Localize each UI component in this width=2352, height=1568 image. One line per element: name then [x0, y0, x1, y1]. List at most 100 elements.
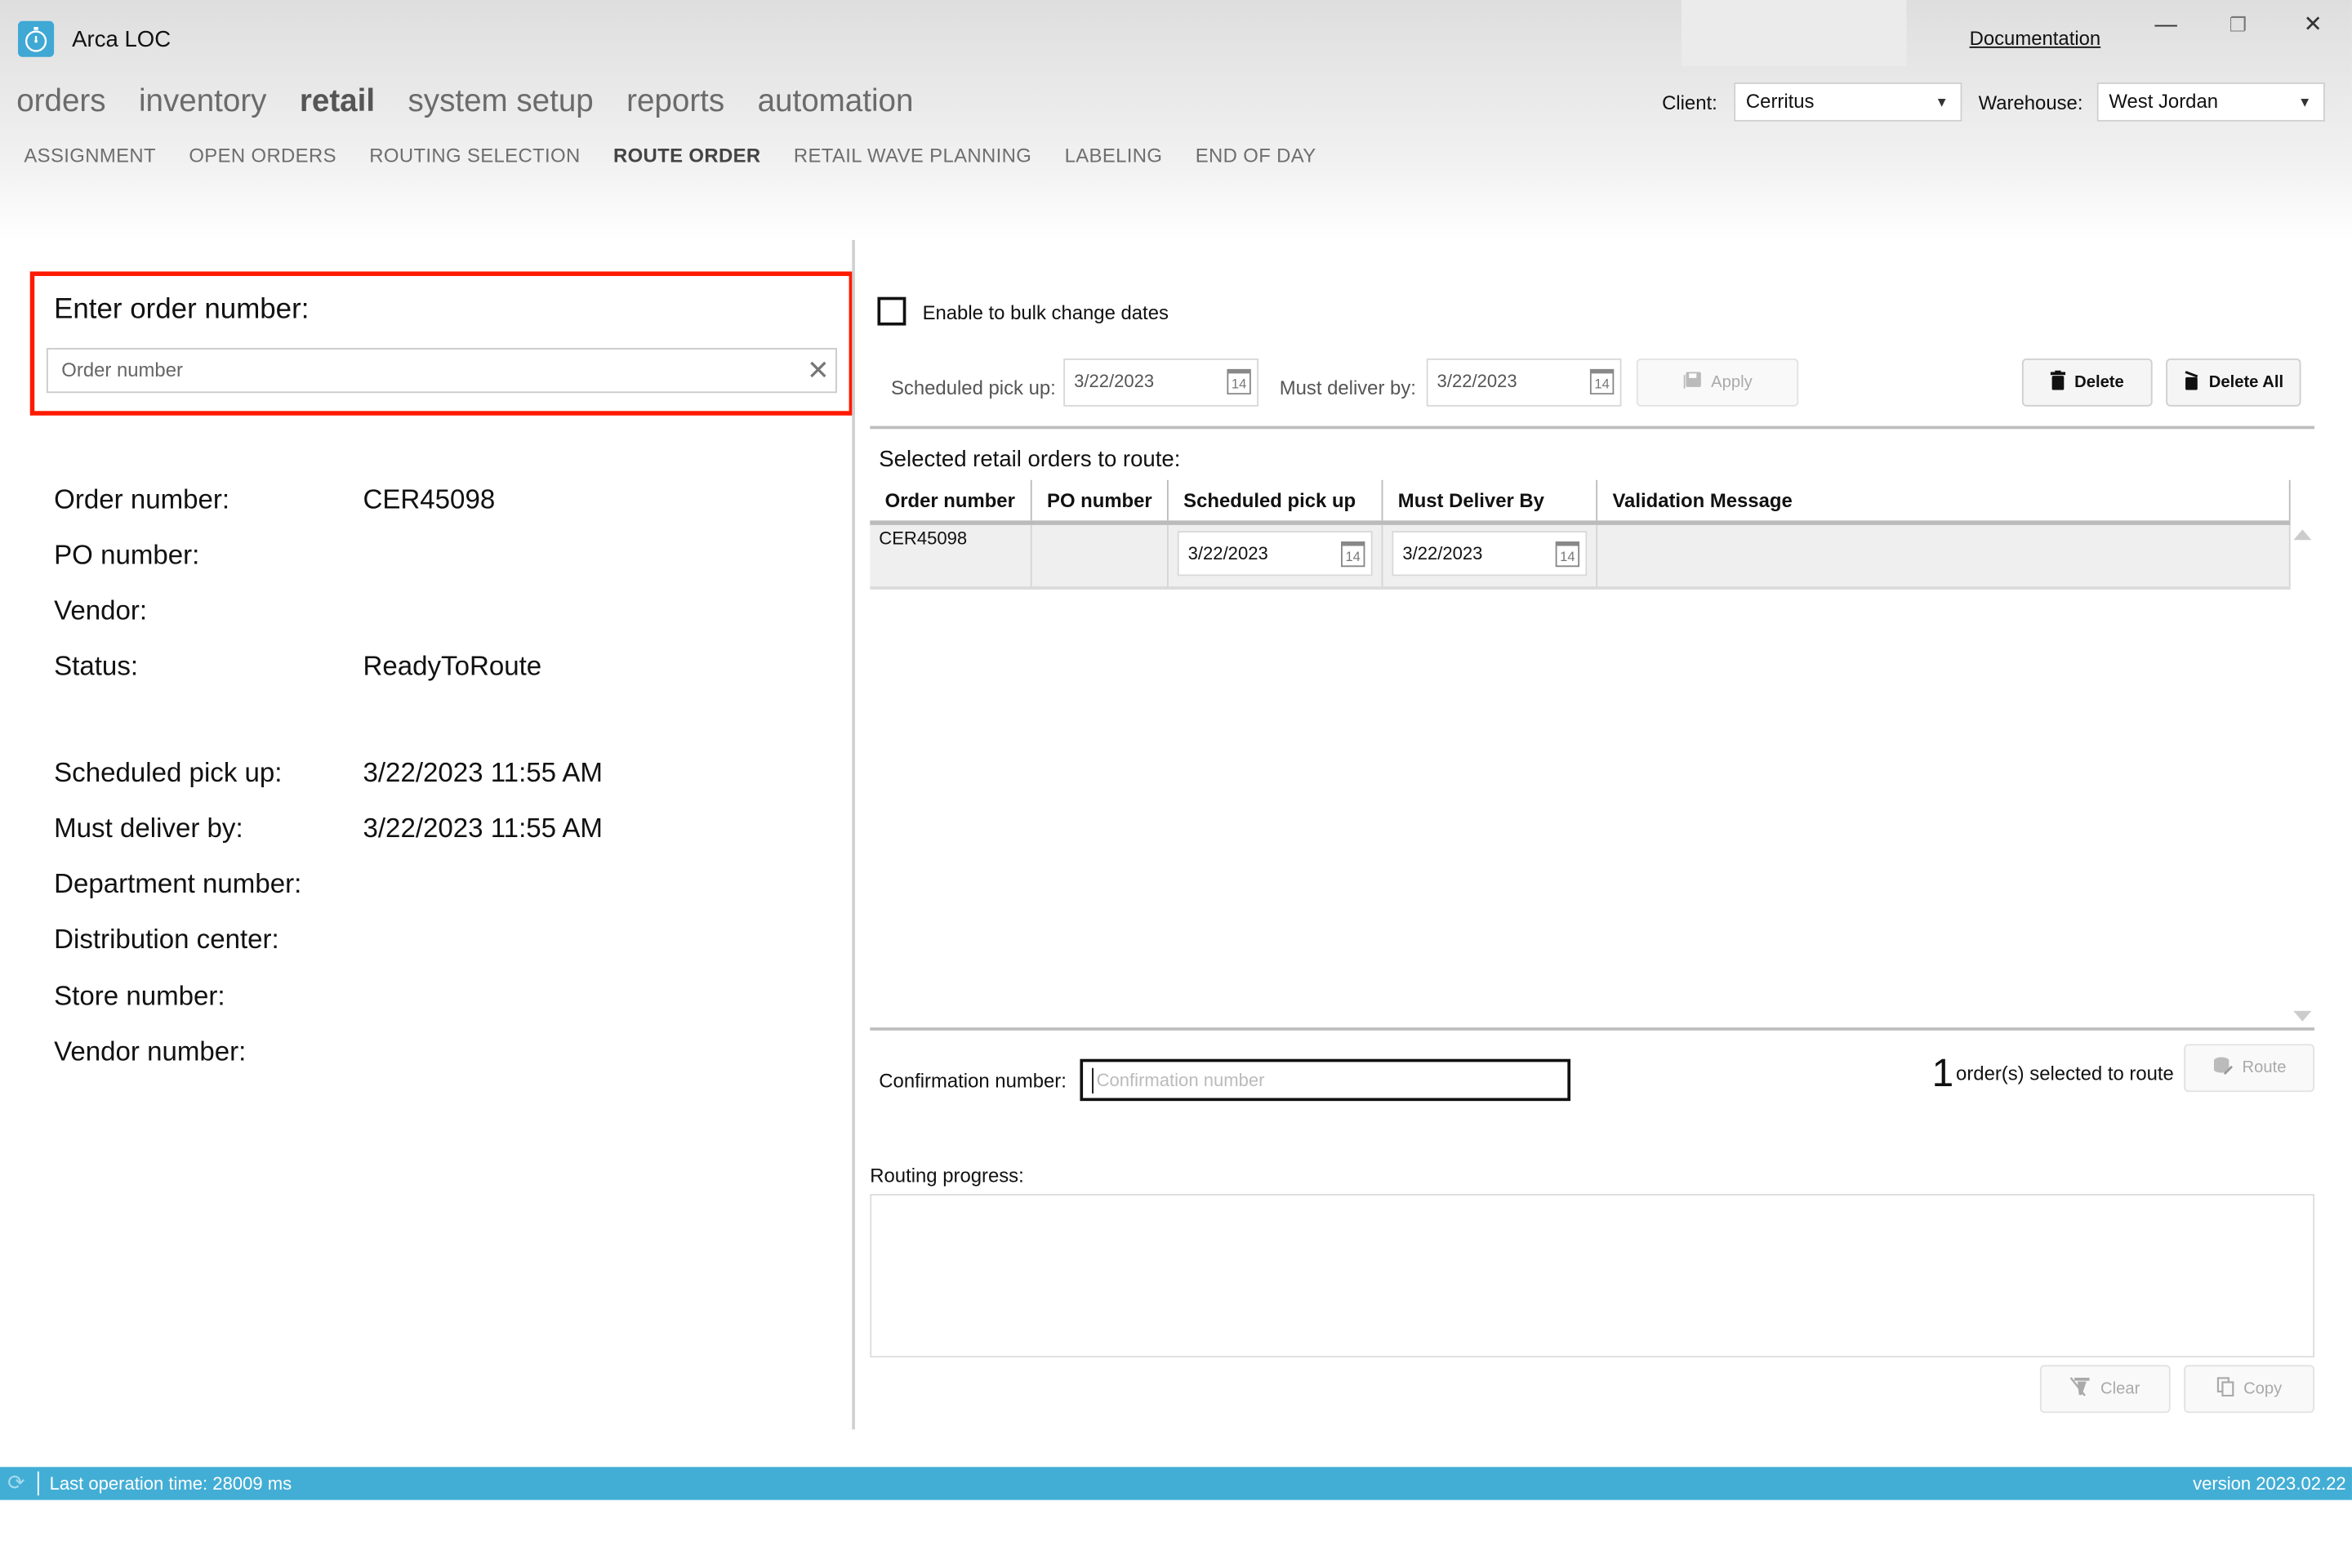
delete-all-label: Delete All [2208, 373, 2284, 392]
calendar-icon[interactable]: 14 [1341, 541, 1365, 568]
bulk-deliver-value: 3/22/2023 [1437, 370, 1517, 392]
info-value-status: ReadyToRoute [363, 651, 542, 681]
bulk-pickup-label: Scheduled pick up: [890, 376, 1056, 399]
tab-end-of-day[interactable]: END OF DAY [1196, 144, 1316, 167]
main-nav-inventory[interactable]: inventory [139, 84, 267, 120]
clear-icon[interactable]: ✕ [807, 350, 830, 391]
route-label: Route [2242, 1058, 2287, 1077]
tab-route-order[interactable]: ROUTE ORDER [613, 144, 760, 167]
main-nav: orders inventory retail system setup rep… [16, 84, 913, 120]
trash-icon [2050, 370, 2066, 394]
clear-filter-icon [2070, 1377, 2091, 1401]
delete-all-button[interactable]: Delete All [2166, 358, 2301, 407]
row-deliver-value: 3/22/2023 [1402, 542, 1483, 564]
order-number-input[interactable]: Order number ✕ [46, 348, 837, 394]
delete-button[interactable]: Delete [2021, 358, 2153, 407]
row-deliver-date[interactable]: 3/22/2023 14 [1392, 531, 1588, 577]
bulk-deliver-date[interactable]: 3/22/2023 14 [1426, 358, 1622, 407]
order-number-placeholder: Order number [61, 358, 183, 381]
column-order-number[interactable]: Order number [870, 479, 1032, 521]
info-label-distribution-center: Distribution center: [54, 924, 279, 955]
scroll-down-arrow[interactable] [2293, 1010, 2312, 1022]
close-button[interactable]: ✕ [2291, 9, 2336, 42]
client-value: Cerritus [1745, 90, 1815, 113]
panel-splitter[interactable] [852, 239, 855, 1430]
column-scheduled-pick-up[interactable]: Scheduled pick up [1169, 479, 1383, 521]
info-label-po-number: PO number: [54, 540, 200, 570]
tab-routing-selection[interactable]: ROUTING SELECTION [369, 144, 580, 167]
documentation-link[interactable]: Documentation [1970, 27, 2101, 50]
chevron-down-icon: ▼ [1935, 94, 1949, 110]
save-icon [1682, 371, 1702, 394]
main-nav-retail[interactable]: retail [300, 84, 375, 120]
tab-retail-wave-planning[interactable]: RETAIL WAVE PLANNING [794, 144, 1031, 167]
column-must-deliver-by[interactable]: Must Deliver By [1383, 479, 1598, 521]
routing-progress-label: Routing progress: [870, 1164, 1024, 1187]
warehouse-select[interactable]: West Jordan ▼ [2096, 82, 2325, 122]
bulk-change-label: Enable to bulk change dates [922, 301, 1169, 324]
restore-button[interactable]: ❐ [2216, 9, 2261, 42]
bulk-pickup-date[interactable]: 3/22/2023 14 [1063, 358, 1258, 407]
info-label-order-number: Order number: [54, 484, 230, 514]
blank-panel [1681, 0, 1907, 66]
chevron-down-icon: ▼ [2297, 94, 2312, 110]
row-pickup-value: 3/22/2023 [1187, 542, 1268, 564]
status-bar: ⟳ Last operation time: 28009 ms version … [0, 1467, 2352, 1500]
last-operation-time: Last operation time: 28009 ms [49, 1472, 292, 1494]
apply-button[interactable]: Apply [1636, 358, 1799, 407]
selected-count: 1 [1931, 1049, 1954, 1095]
client-label: Client: [1662, 91, 1717, 114]
separator [37, 1471, 39, 1496]
calendar-icon[interactable]: 14 [1555, 541, 1580, 568]
main-nav-system-setup[interactable]: system setup [408, 84, 593, 120]
calendar-icon[interactable]: 14 [1589, 368, 1615, 395]
warehouse-label: Warehouse: [1978, 91, 2083, 114]
bulk-deliver-label: Must deliver by: [1279, 376, 1416, 399]
route-button[interactable]: Route [2184, 1044, 2315, 1093]
divider [870, 425, 2315, 430]
tab-labeling[interactable]: LABELING [1065, 144, 1163, 167]
clear-button[interactable]: Clear [2039, 1365, 2171, 1414]
divider [870, 1027, 2315, 1031]
column-validation-message[interactable]: Validation Message [1597, 479, 2291, 521]
selected-orders-title: Selected retail orders to route: [879, 447, 1181, 473]
calendar-icon[interactable]: 14 [1227, 368, 1251, 395]
info-label-vendor: Vendor: [54, 595, 148, 626]
copy-label: Copy [2243, 1379, 2283, 1398]
cell-order-number: CER45098 [870, 524, 1032, 587]
scroll-up-arrow[interactable] [2293, 529, 2312, 541]
refresh-icon[interactable]: ⟳ [7, 1470, 25, 1495]
sub-nav: ASSIGNMENT OPEN ORDERS ROUTING SELECTION… [24, 144, 1316, 167]
apply-label: Apply [1711, 373, 1753, 392]
info-value-scheduled-pick-up: 3/22/2023 11:55 AM [363, 757, 603, 788]
cell-validation-message [1597, 524, 2291, 587]
confirmation-placeholder: Confirmation number [1096, 1069, 1265, 1091]
enter-order-label: Enter order number: [54, 293, 310, 326]
info-value-order-number: CER45098 [363, 484, 496, 514]
info-label-must-deliver-by: Must deliver by: [54, 813, 243, 844]
database-edit-icon [2212, 1056, 2234, 1080]
delete-label: Delete [2074, 373, 2124, 392]
info-label-vendor-number: Vendor number: [54, 1036, 247, 1067]
grid-header: Order number PO number Scheduled pick up… [870, 479, 2291, 527]
main-nav-orders[interactable]: orders [16, 84, 105, 120]
text-cursor [1092, 1067, 1094, 1094]
table-row[interactable]: CER45098 3/22/2023 14 3/22/2023 14 [870, 524, 2291, 590]
confirmation-number-input[interactable]: Confirmation number [1080, 1058, 1571, 1102]
tab-assignment[interactable]: ASSIGNMENT [24, 144, 156, 167]
client-select[interactable]: Cerritus ▼ [1734, 82, 1962, 122]
clear-label: Clear [2100, 1379, 2140, 1398]
main-nav-reports[interactable]: reports [626, 84, 724, 120]
info-label-department-number: Department number: [54, 868, 302, 899]
main-nav-automation[interactable]: automation [758, 84, 914, 120]
routing-progress-log[interactable] [870, 1194, 2315, 1358]
minimize-button[interactable]: — [2144, 9, 2189, 42]
info-label-scheduled-pick-up: Scheduled pick up: [54, 757, 283, 788]
app-window: Arca LOC Documentation — ❐ ✕ orders inve… [0, 0, 2352, 1568]
bulk-change-checkbox[interactable] [877, 296, 906, 326]
copy-button[interactable]: Copy [2184, 1365, 2315, 1414]
tab-open-orders[interactable]: OPEN ORDERS [189, 144, 336, 167]
row-pickup-date[interactable]: 3/22/2023 14 [1177, 531, 1373, 577]
bulk-pickup-value: 3/22/2023 [1074, 370, 1155, 392]
column-po-number[interactable]: PO number [1032, 479, 1169, 521]
